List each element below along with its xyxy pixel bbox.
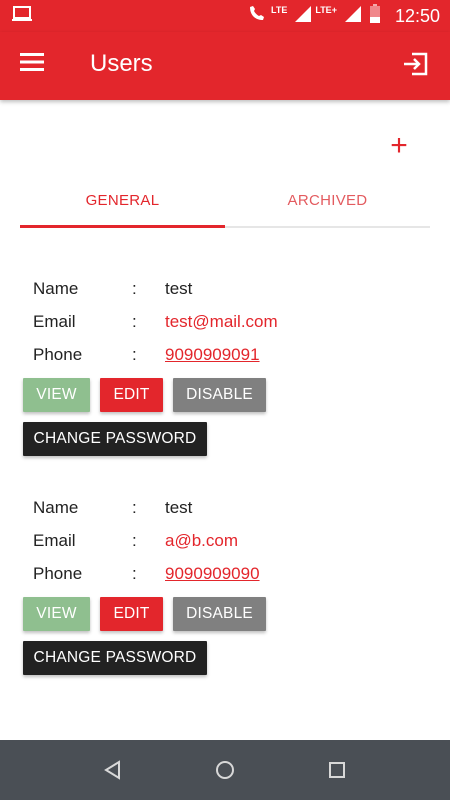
change-password-button[interactable]: CHANGE PASSWORD — [23, 641, 207, 675]
edit-button[interactable]: EDIT — [100, 597, 163, 631]
logout-icon[interactable] — [402, 50, 436, 82]
disable-button[interactable]: DISABLE — [173, 597, 266, 631]
wifi-call-icon — [247, 5, 267, 28]
recents-icon[interactable] — [325, 758, 349, 782]
back-icon[interactable] — [101, 758, 125, 782]
email-row: Email : a@b.com — [22, 525, 422, 558]
hamburger-menu-icon[interactable] — [20, 52, 60, 82]
phone-link[interactable]: 9090909091 — [165, 345, 260, 365]
name-label: Name — [33, 498, 79, 517]
email-row: Email : test@mail.com — [22, 306, 422, 339]
app-bar: Users — [0, 32, 450, 100]
lte-label: LTE — [271, 5, 288, 15]
separator: : — [132, 498, 137, 517]
lte-plus-label: LTE+ — [315, 5, 337, 15]
tab-general[interactable]: GENERAL — [20, 174, 225, 228]
email-value: test@mail.com — [165, 312, 278, 331]
tab-archived[interactable]: ARCHIVED — [225, 174, 430, 226]
password-action: CHANGE PASSWORD — [22, 422, 422, 458]
tab-bar: GENERAL ARCHIVED — [20, 174, 430, 228]
laptop-icon — [12, 6, 32, 27]
phone-label: Phone — [33, 345, 83, 364]
name-value: test — [165, 279, 193, 298]
clock: 12:50 — [394, 5, 440, 26]
page-title: Users — [90, 50, 153, 77]
signal-icon — [295, 5, 312, 27]
separator: : — [132, 345, 137, 364]
separator: : — [132, 531, 137, 550]
status-icons: LTE LTE+ 12:50 — [247, 0, 440, 32]
phone-row: Phone : 9090909090 — [22, 558, 422, 591]
separator: : — [132, 279, 137, 298]
separator: : — [132, 564, 137, 583]
action-buttons: VIEW EDIT DISABLE — [22, 597, 422, 633]
action-buttons: VIEW EDIT DISABLE — [22, 378, 422, 414]
name-value: test — [165, 498, 193, 517]
password-action: CHANGE PASSWORD — [22, 641, 422, 677]
email-label: Email — [33, 531, 76, 550]
edit-button[interactable]: EDIT — [100, 378, 163, 412]
phone-label: Phone — [33, 564, 83, 583]
signal-icon-2 — [344, 5, 361, 27]
email-label: Email — [33, 312, 76, 331]
disable-button[interactable]: DISABLE — [173, 378, 266, 412]
phone-link[interactable]: 9090909090 — [165, 564, 260, 584]
email-value: a@b.com — [165, 531, 239, 550]
view-button[interactable]: VIEW — [23, 378, 90, 412]
separator: : — [132, 312, 137, 331]
system-nav-bar — [0, 740, 450, 800]
change-password-button[interactable]: CHANGE PASSWORD — [23, 422, 207, 456]
add-user-button[interactable]: + — [384, 131, 414, 162]
screen: LTE LTE+ 12:50 Users + GENERAL ARCHIVED … — [0, 0, 450, 800]
home-icon[interactable] — [213, 758, 237, 782]
name-label: Name — [33, 279, 79, 298]
user-card: Name : test Email : a@b.com Phone : 9090… — [22, 492, 422, 677]
name-row: Name : test — [22, 492, 422, 525]
user-card: Name : test Email : test@mail.com Phone … — [22, 273, 422, 458]
battery-icon — [369, 3, 381, 29]
status-bar: LTE LTE+ 12:50 — [0, 0, 450, 32]
view-button[interactable]: VIEW — [23, 597, 90, 631]
name-row: Name : test — [22, 273, 422, 306]
phone-row: Phone : 9090909091 — [22, 339, 422, 372]
